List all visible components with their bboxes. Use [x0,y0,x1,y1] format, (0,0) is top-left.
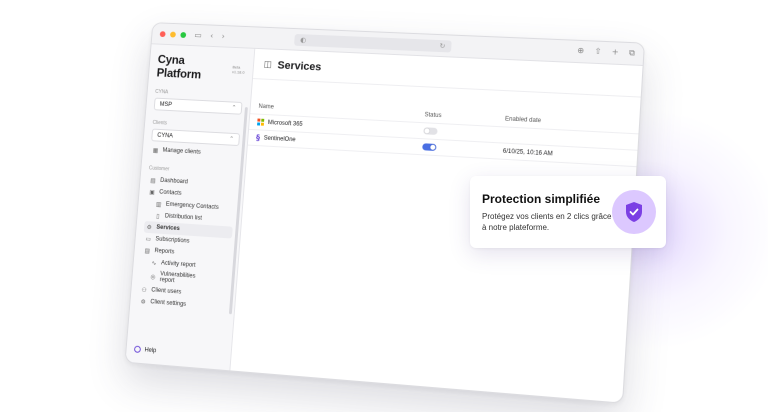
minimize-dot[interactable] [169,31,177,38]
sidebar-item-label: Reports [154,248,175,256]
sidebar-item-label: Distribution list [164,213,203,222]
dashboard-icon: ▤ [150,176,157,184]
manage-clients-link[interactable]: ▦ Manage clients [150,144,239,161]
address-bar[interactable]: ◐ ↻ [294,33,452,53]
download-icon[interactable]: ⊕ [577,46,584,56]
reports-icon: ▤ [144,247,151,255]
settings-icon: ⚙ [140,298,147,306]
enabled-date [504,135,630,142]
share-icon[interactable]: ⇧ [594,47,601,57]
list-icon: ▯ [155,212,160,220]
help-label: Help [144,346,157,354]
forward-icon[interactable]: › [221,32,225,41]
sidebar-item-label: Contacts [158,189,182,197]
sidebar-item-label: Emergency Contacts [165,201,219,211]
help-icon [133,345,142,354]
contacts-icon: ▣ [149,188,156,196]
card-text: Protégez vos clients en 2 clics grâce à … [482,212,612,232]
sidebar-item-label: Activity report [160,260,196,269]
updown-icon: ⌃ [228,135,235,143]
vuln-icon: ◎ [150,273,156,281]
users-icon: ⚇ [141,286,148,294]
col-status[interactable]: Status [424,112,505,122]
sidebar-item-label: Services [156,224,180,233]
status-toggle[interactable] [422,143,437,152]
close-dot[interactable] [159,30,166,37]
sidebar-item-label: Dashboard [159,177,189,186]
status-toggle[interactable] [423,127,438,135]
service-name: SentinelOne [263,135,296,143]
sidebar-item-label: Client users [151,287,182,296]
tabs-icon[interactable]: ⧉ [629,48,636,58]
help-link[interactable]: Help [133,345,157,355]
org-select-value: MSP [159,101,173,108]
sidebar-toggle-icon[interactable]: ▭ [194,31,202,40]
new-tab-icon[interactable]: + [611,47,619,57]
org-select[interactable]: MSP ⌃ [153,97,243,115]
subscriptions-icon: ▭ [145,235,152,243]
client-select-value: CYNA [157,132,174,139]
reload-icon[interactable]: ↻ [439,42,445,50]
building-icon: ▦ [152,146,159,154]
service-name: Microsoft 365 [267,119,303,128]
shield-badge [612,190,656,234]
sidebar-item-label: Subscriptions [155,236,190,245]
microsoft-logo-icon [257,118,265,126]
manage-clients-label: Manage clients [162,147,201,156]
sentinelone-logo-icon: § [255,133,261,143]
client-select[interactable]: CYNA ⌃ [151,128,241,147]
shield-small-icon: ◐ [299,36,307,45]
sidebar-item-label: Client settings [150,299,187,308]
col-enabled-date[interactable]: Enabled date [505,116,631,128]
sidebar-item-label: Vulnerabilities report [159,271,196,285]
panel-toggle-icon[interactable]: ◫ [263,60,272,70]
emergency-icon: ▥ [155,200,162,208]
page-title: Services [277,59,322,74]
shield-check-icon [626,202,642,222]
services-icon: ⚙ [146,223,153,231]
brand-name: Cyna Platform [156,52,202,82]
enabled-date: 6/10/25, 10:16 AM [502,148,553,157]
back-icon[interactable]: ‹ [210,31,214,40]
updown-icon: ⌃ [231,104,237,112]
activity-icon: ∿ [151,259,157,267]
feature-card: Protection simplifiée Protégez vos clien… [470,176,666,248]
services-table: Name Status Enabled date Microsoft 365 §… [247,98,640,168]
maximize-dot[interactable] [180,31,187,38]
brand-version: Beta v1.18.0 [231,64,245,75]
